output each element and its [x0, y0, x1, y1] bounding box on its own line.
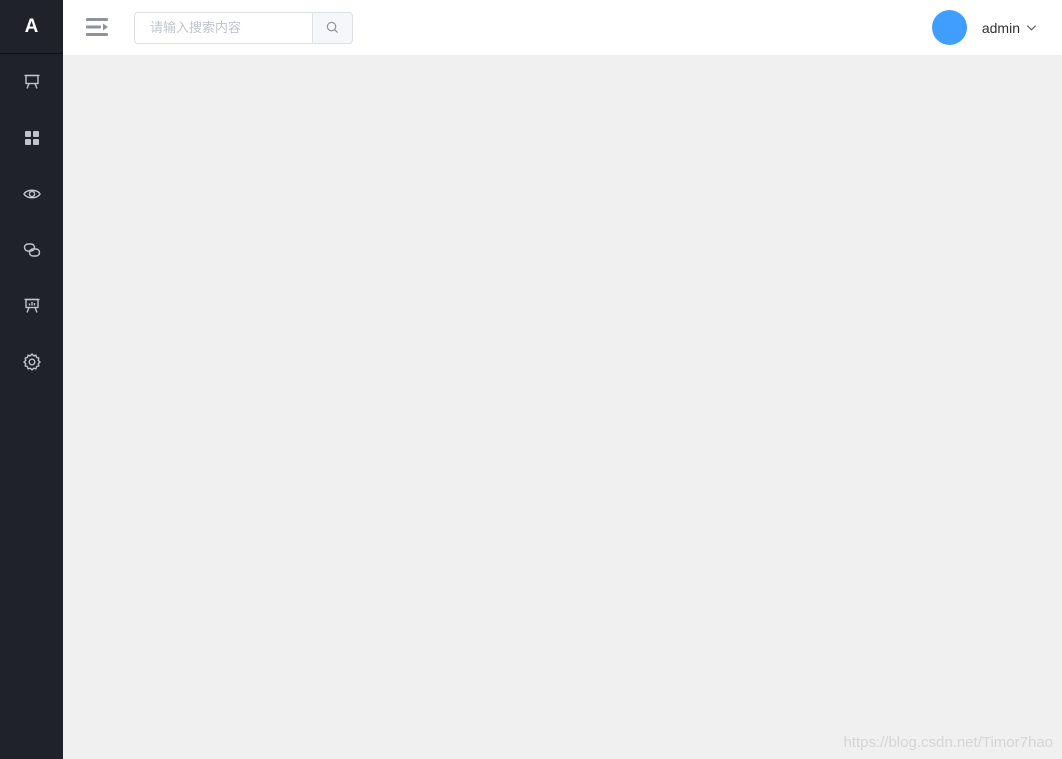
- chevron-down-icon[interactable]: [1026, 18, 1037, 37]
- top-header: admin: [63, 0, 1062, 55]
- user-dropdown[interactable]: admin: [931, 10, 1037, 45]
- sidebar-nav: [0, 54, 63, 392]
- chart-board-icon: [23, 297, 41, 319]
- username[interactable]: admin: [982, 20, 1020, 36]
- sidebar-item-chart-board[interactable]: [0, 280, 63, 336]
- avatar[interactable]: [931, 10, 967, 45]
- sidebar-item-grid[interactable]: [0, 112, 63, 168]
- sidebar: A: [0, 0, 63, 759]
- sidebar-item-settings[interactable]: [0, 336, 63, 392]
- menu-fold-icon: [86, 18, 110, 42]
- eye-icon: [22, 185, 41, 207]
- watermark: https://blog.csdn.net/Timor7hao: [843, 734, 1053, 751]
- app-root: A 请输入搜索内容 admin https://blog.csdn.net/Ti…: [0, 0, 1062, 759]
- search-icon: [326, 19, 339, 38]
- presentation-icon: [23, 73, 41, 95]
- link-icon: [23, 241, 41, 263]
- menu-toggle-button[interactable]: [86, 16, 110, 38]
- sidebar-item-presentation[interactable]: [0, 56, 63, 112]
- gear-icon: [22, 352, 41, 375]
- sidebar-item-eye[interactable]: [0, 168, 63, 224]
- main-content: https://blog.csdn.net/Timor7hao: [63, 55, 1062, 759]
- sidebar-item-link[interactable]: [0, 224, 63, 280]
- logo: A: [0, 0, 63, 54]
- search-input[interactable]: [134, 12, 312, 44]
- search-box: [134, 12, 353, 44]
- search-button[interactable]: [312, 12, 353, 44]
- grid-icon: [23, 129, 41, 151]
